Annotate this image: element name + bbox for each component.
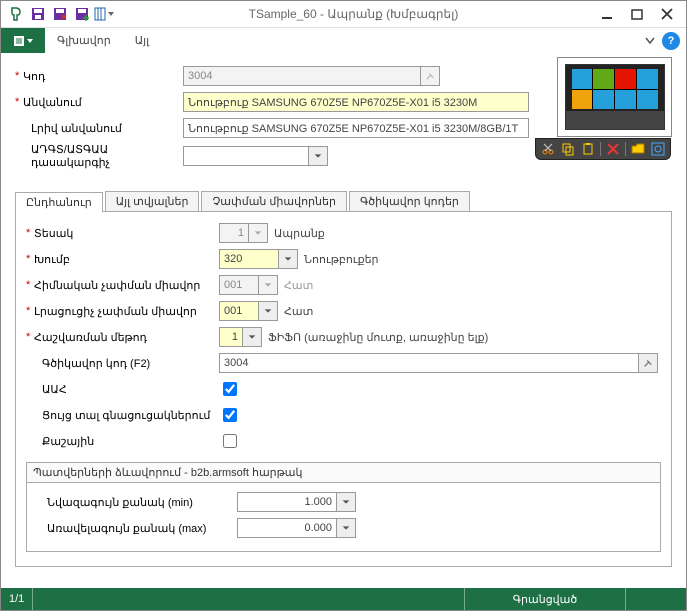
- cut-icon[interactable]: [540, 141, 556, 157]
- fullname-label: Լրիվ անվանում: [23, 122, 183, 135]
- weight-checkbox[interactable]: [223, 434, 237, 448]
- tab-general[interactable]: Ընդհանուր: [15, 192, 103, 212]
- laptop-image: [565, 64, 665, 130]
- group-input[interactable]: [219, 249, 279, 269]
- type-dropdown-button: [248, 223, 268, 243]
- help-icon[interactable]: ?: [662, 32, 680, 50]
- barcode-input[interactable]: [219, 353, 639, 373]
- app-logo-icon: [6, 4, 26, 24]
- thumbnail-toolbar: [535, 138, 671, 160]
- tabs: Ընդհանուր Այլ տվյալներ Չափման միավորներ …: [15, 191, 672, 212]
- calcmethod-dropdown-button[interactable]: [242, 327, 262, 347]
- vat-label: ԱԱՀ: [34, 383, 219, 396]
- maximize-button[interactable]: [622, 3, 652, 25]
- menu-item-main[interactable]: Գլխավոր: [45, 28, 123, 54]
- minqty-dropdown-button[interactable]: [336, 492, 356, 512]
- type-input: [219, 223, 249, 243]
- paste-icon[interactable]: [580, 141, 596, 157]
- menubar: Գլխավոր Այլ ?: [1, 27, 686, 53]
- calcmethod-label: Հաշվառման մեթոդ: [34, 331, 219, 344]
- orders-group: Պատվերների ձևավորում - b2b.armsoft հարթա…: [26, 462, 661, 552]
- calcmethod-input[interactable]: [219, 327, 243, 347]
- maxqty-label: Առավելագույն քանակ (max): [37, 522, 237, 535]
- calcmethod-suffix: ՖԻՖՈ (առաջինը մուտք, առաջինը ելք): [268, 331, 488, 344]
- baseunit-dropdown-button: [258, 275, 278, 295]
- tab-barcodes[interactable]: Գծիկավոր կոդեր: [349, 191, 470, 211]
- baseunit-suffix: Հատ: [284, 279, 313, 292]
- status-state: Գրանցված: [465, 588, 625, 610]
- addunit-label: Լրացուցիչ չափման միավոր: [34, 305, 219, 318]
- content-area: * Կոդ * Անվանում Լրիվ անվանում ԱԴԳՏ/ԱՏԳԱ…: [1, 53, 686, 588]
- type-suffix: Ապրանք: [274, 227, 325, 240]
- statusbar: 1/1 Գրանցված: [1, 588, 686, 610]
- save-new-icon[interactable]: [72, 4, 92, 24]
- code-input: [183, 66, 421, 86]
- open-folder-icon[interactable]: [630, 141, 646, 157]
- save-close-icon[interactable]: [50, 4, 70, 24]
- minimize-button[interactable]: [592, 3, 622, 25]
- vat-checkbox[interactable]: [223, 382, 237, 396]
- minqty-label: Նվազագույն քանակ (min): [37, 496, 237, 509]
- type-label: Տեսակ: [34, 227, 219, 240]
- show-label: Ցույց տալ գնացուցակներում: [34, 409, 219, 422]
- addunit-dropdown-button[interactable]: [258, 301, 278, 321]
- product-image-thumbnail: [557, 57, 672, 137]
- name-input[interactable]: [183, 92, 529, 112]
- baseunit-label: Հիմնական չափման միավոր: [34, 279, 219, 292]
- maxqty-input[interactable]: [237, 518, 337, 538]
- menu-expand-icon[interactable]: [638, 35, 662, 47]
- group-dropdown-button[interactable]: [278, 249, 298, 269]
- code-lookup-button: [420, 66, 440, 86]
- maxqty-dropdown-button[interactable]: [336, 518, 356, 538]
- barcode-action-button[interactable]: [638, 353, 658, 373]
- class-label: ԱԴԳՏ/ԱՏԳԱԱ դասակարգիչ: [23, 143, 183, 169]
- columns-dropdown-icon[interactable]: [94, 4, 114, 24]
- delete-icon[interactable]: [605, 141, 621, 157]
- copy-icon[interactable]: [560, 141, 576, 157]
- group-suffix: Նոութբուքեր: [304, 253, 379, 266]
- save-icon[interactable]: [28, 4, 48, 24]
- status-position: 1/1: [1, 588, 32, 610]
- barcode-label: Գծիկավոր կոդ (F2): [34, 357, 219, 370]
- weight-label: Քաշային: [34, 435, 219, 448]
- show-checkbox[interactable]: [223, 408, 237, 422]
- baseunit-input: [219, 275, 259, 295]
- minqty-input[interactable]: [237, 492, 337, 512]
- tab-units[interactable]: Չափման միավորներ: [201, 191, 346, 211]
- class-input[interactable]: [183, 146, 309, 166]
- group-label: Խումբ: [34, 253, 219, 266]
- titlebar: TSample_60 - Ապրանք (Խմբագրել): [1, 1, 686, 27]
- tab-pane-general: * Տեսակ Ապրանք * Խումբ Նոութբուքեր *: [15, 212, 672, 567]
- window-title: TSample_60 - Ապրանք (Խմբագրել): [115, 7, 592, 21]
- code-label: Կոդ: [23, 70, 183, 83]
- orders-group-title: Պատվերների ձևավորում - b2b.armsoft հարթա…: [27, 463, 660, 483]
- settings-icon[interactable]: [650, 141, 666, 157]
- class-dropdown-button[interactable]: [308, 146, 328, 166]
- addunit-suffix: Հատ: [284, 305, 313, 318]
- addunit-input[interactable]: [219, 301, 259, 321]
- close-button[interactable]: [652, 3, 682, 25]
- fullname-input[interactable]: [183, 118, 529, 138]
- name-label: Անվանում: [23, 96, 183, 109]
- tab-other-data[interactable]: Այլ տվյալներ: [105, 191, 200, 211]
- menu-item-other[interactable]: Այլ: [123, 28, 161, 54]
- menu-main-button[interactable]: [1, 28, 45, 54]
